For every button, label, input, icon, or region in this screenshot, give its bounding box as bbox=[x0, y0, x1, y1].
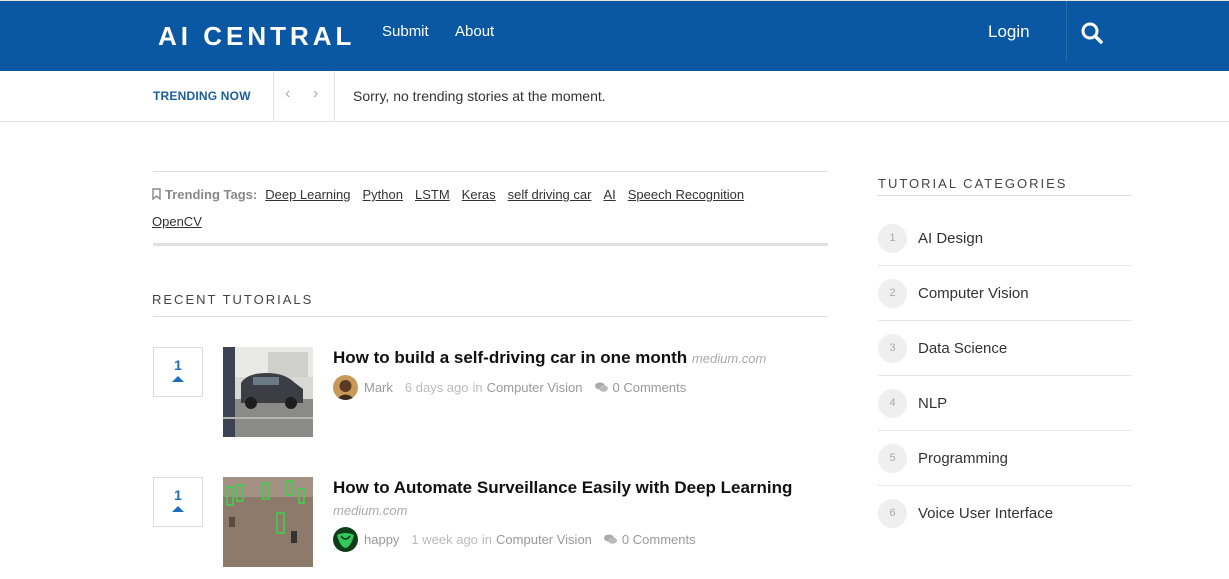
avatar[interactable] bbox=[333, 527, 358, 552]
trending-tags-label: Trending Tags: bbox=[165, 187, 258, 202]
category-item-programming[interactable]: 5 Programming bbox=[878, 431, 1132, 486]
post-author[interactable]: Mark bbox=[364, 380, 393, 395]
category-item-voice-user-interface[interactable]: 6 Voice User Interface bbox=[878, 486, 1132, 541]
tag-link[interactable]: Python bbox=[363, 187, 403, 202]
vote-count: 1 bbox=[174, 487, 182, 503]
trending-divider bbox=[273, 71, 274, 121]
tag-link[interactable]: Keras bbox=[462, 187, 496, 202]
comment-icon bbox=[594, 382, 608, 392]
upvote-arrow-icon bbox=[172, 506, 184, 512]
post-source: medium.com bbox=[691, 351, 767, 366]
post-time: 1 week ago bbox=[411, 532, 478, 547]
header-divider bbox=[1066, 1, 1067, 61]
search-icon[interactable] bbox=[1080, 21, 1104, 45]
post-meta: happy 1 week ago in Computer Vision 0 Co… bbox=[333, 527, 696, 552]
site-logo[interactable]: AI CENTRAL bbox=[158, 21, 355, 52]
tag-link[interactable]: Deep Learning bbox=[265, 187, 350, 202]
category-number-badge: 3 bbox=[878, 334, 907, 363]
post-comments-link[interactable]: 0 Comments bbox=[613, 380, 687, 395]
tag-link[interactable]: LSTM bbox=[415, 187, 450, 202]
tags-bottom-rule bbox=[153, 243, 828, 246]
category-name[interactable]: Computer Vision bbox=[918, 285, 1029, 302]
tutorial-categories-title: TUTORIAL CATEGORIES bbox=[878, 176, 1068, 191]
tags-top-rule bbox=[153, 171, 828, 172]
categories-rule bbox=[878, 195, 1132, 196]
post-author[interactable]: happy bbox=[364, 532, 399, 547]
site-header: AI CENTRAL Submit About Login bbox=[0, 0, 1229, 71]
comment-icon bbox=[603, 534, 617, 544]
category-name[interactable]: Data Science bbox=[918, 340, 1007, 357]
post-comments-link[interactable]: 0 Comments bbox=[622, 532, 696, 547]
category-name[interactable]: Voice User Interface bbox=[918, 505, 1053, 522]
upvote-button[interactable]: 1 bbox=[153, 477, 203, 527]
category-name[interactable]: AI Design bbox=[918, 230, 983, 247]
trending-tags: Trending Tags: Deep Learning Python LSTM Ke… bbox=[152, 187, 828, 202]
recent-tutorials-title: RECENT TUTORIALS bbox=[152, 292, 314, 307]
category-name[interactable]: Programming bbox=[918, 450, 1008, 467]
trending-message: Sorry, no trending stories at the moment… bbox=[353, 88, 606, 104]
post-title[interactable]: How to Automate Surveillance Easily with… bbox=[333, 478, 792, 498]
vote-count: 1 bbox=[174, 357, 182, 373]
trending-bar: TRENDING NOW ‹ › Sorry, no trending stor… bbox=[0, 71, 1229, 122]
category-item-data-science[interactable]: 3 Data Science bbox=[878, 321, 1132, 376]
post-in-word: in bbox=[472, 380, 483, 395]
trending-next-button[interactable]: › bbox=[313, 85, 318, 103]
trending-divider bbox=[334, 71, 335, 121]
post-time: 6 days ago bbox=[404, 380, 469, 395]
nav-about-link[interactable]: About bbox=[455, 23, 494, 40]
tag-link[interactable]: Speech Recognition bbox=[628, 187, 744, 202]
nav-submit-link[interactable]: Submit bbox=[382, 23, 429, 40]
category-number-badge: 5 bbox=[878, 444, 907, 473]
trending-tags-row-2: OpenCV bbox=[152, 214, 208, 229]
bookmark-icon bbox=[152, 188, 161, 200]
category-number-badge: 2 bbox=[878, 279, 907, 308]
category-item-nlp[interactable]: 4 NLP bbox=[878, 376, 1132, 431]
trending-prev-button[interactable]: ‹ bbox=[285, 85, 290, 103]
upvote-arrow-icon bbox=[172, 376, 184, 382]
post-in-word: in bbox=[481, 532, 493, 547]
post-category-link[interactable]: Computer Vision bbox=[496, 532, 592, 547]
tag-link[interactable]: AI bbox=[603, 187, 615, 202]
category-name[interactable]: NLP bbox=[918, 395, 947, 412]
post-source: medium.com bbox=[333, 503, 408, 518]
category-number-badge: 6 bbox=[878, 499, 907, 528]
category-number-badge: 4 bbox=[878, 389, 907, 418]
post-title-text[interactable]: How to build a self-driving car in one m… bbox=[333, 348, 687, 367]
avatar[interactable] bbox=[333, 375, 358, 400]
login-link[interactable]: Login bbox=[988, 22, 1030, 42]
post-thumbnail[interactable] bbox=[223, 477, 313, 567]
post-thumbnail[interactable] bbox=[223, 347, 313, 437]
upvote-button[interactable]: 1 bbox=[153, 347, 203, 397]
category-item-ai-design[interactable]: 1 AI Design bbox=[878, 211, 1132, 266]
post-title[interactable]: How to build a self-driving car in one m… bbox=[333, 348, 766, 368]
post-category-link[interactable]: Computer Vision bbox=[487, 380, 583, 395]
recent-rule bbox=[153, 316, 828, 317]
post-meta: Mark 6 days ago in Computer Vision 0 Com… bbox=[333, 375, 686, 400]
tag-link[interactable]: self driving car bbox=[508, 187, 592, 202]
trending-label: TRENDING NOW bbox=[153, 89, 251, 103]
category-number-badge: 1 bbox=[878, 224, 907, 253]
category-item-computer-vision[interactable]: 2 Computer Vision bbox=[878, 266, 1132, 321]
trending-tags-title: Trending Tags: bbox=[152, 187, 257, 202]
tag-link[interactable]: OpenCV bbox=[152, 214, 202, 229]
